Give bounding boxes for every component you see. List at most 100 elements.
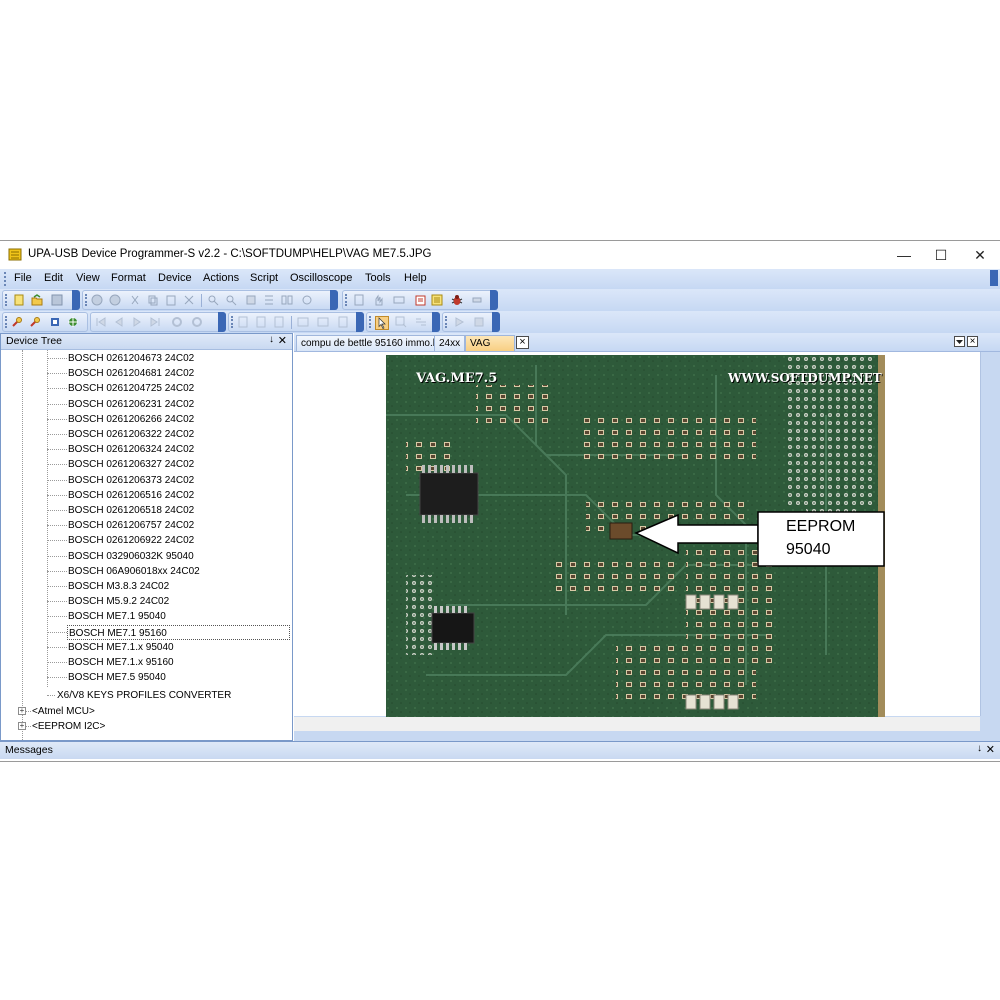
menu-overflow-chevron-icon[interactable] [990, 270, 998, 286]
close-window-button[interactable]: ✕ [960, 241, 1000, 269]
toolbar-chevron-icon[interactable] [330, 290, 338, 310]
memo-icon[interactable] [431, 294, 443, 306]
tree-item[interactable]: BOSCH ME7.1.x 95040 [68, 640, 174, 655]
last-icon[interactable] [149, 316, 161, 328]
tab-compu-bettle-bin[interactable]: compu de bettle 95160 immo.bin [296, 335, 452, 351]
tree-group-eeprom-i2c[interactable]: <EEPROM I2C> [32, 719, 105, 734]
tree-item[interactable]: BOSCH 0261204673 24C02 [68, 351, 194, 366]
cut-icon[interactable] [129, 294, 141, 306]
toolbar-chevron-icon[interactable] [72, 290, 80, 310]
probe-icon[interactable] [11, 316, 23, 328]
save-icon[interactable] [51, 294, 63, 306]
tree-item[interactable]: BOSCH 0261206518 24C02 [68, 503, 194, 518]
refresh-icon[interactable] [171, 316, 183, 328]
hand-icon[interactable] [373, 294, 385, 306]
close-tab-icon[interactable]: × [516, 336, 529, 349]
tree-item[interactable]: BOSCH M3.8.3 24C02 [68, 579, 169, 594]
tree-item[interactable]: BOSCH 0261206322 24C02 [68, 427, 194, 442]
device-info-icon[interactable] [393, 294, 405, 306]
tree-item-converter[interactable]: X6/V8 KEYS PROFILES CONVERTER [57, 688, 231, 703]
view-ascii-icon[interactable] [255, 316, 267, 328]
bug-icon[interactable] [451, 294, 463, 306]
view-table-icon[interactable] [317, 316, 329, 328]
compare-icon[interactable] [281, 294, 293, 306]
tree-item[interactable]: BOSCH M5.9.2 24C02 [68, 594, 169, 609]
view-hex-icon[interactable] [237, 316, 249, 328]
pointer-icon[interactable] [375, 316, 389, 330]
view-split-icon[interactable] [273, 316, 285, 328]
tab-vag-me7[interactable]: VAG ME7 [465, 335, 515, 364]
toolbar-chevron-icon[interactable] [492, 312, 500, 332]
script-icon[interactable] [353, 294, 365, 306]
menu-edit[interactable]: Edit [44, 272, 63, 284]
tree-item[interactable]: BOSCH 0261206327 24C02 [68, 457, 194, 472]
tree-item[interactable]: BOSCH 06A906018xx 24C02 [68, 564, 200, 579]
tree-item[interactable]: BOSCH 0261206231 24C02 [68, 397, 194, 412]
view-list-icon[interactable] [337, 316, 349, 328]
view-grid-icon[interactable] [297, 316, 309, 328]
tab-24xx[interactable]: 24xx [434, 335, 466, 351]
open-folder-icon[interactable] [31, 294, 43, 306]
horizontal-scrollbar[interactable] [294, 717, 980, 731]
menu-oscilloscope[interactable]: Oscilloscope [290, 272, 352, 284]
copy-icon[interactable] [147, 294, 159, 306]
next-icon[interactable] [131, 316, 143, 328]
tree-item[interactable]: BOSCH 0261206757 24C02 [68, 518, 194, 533]
disabled-tool-icon[interactable] [471, 294, 483, 306]
tree-item[interactable]: BOSCH 0261204681 24C02 [68, 366, 194, 381]
menu-script[interactable]: Script [250, 272, 278, 284]
pin-icon[interactable]: ↓ [977, 743, 982, 754]
tree-item[interactable]: BOSCH 0261206324 24C02 [68, 442, 194, 457]
tree-item[interactable]: BOSCH 0261206516 24C02 [68, 488, 194, 503]
fill-icon[interactable] [245, 294, 257, 306]
stop-icon[interactable] [191, 316, 203, 328]
tree-item[interactable]: BOSCH ME7.1 95040 [68, 609, 166, 624]
paste-icon[interactable] [165, 294, 177, 306]
menu-tools[interactable]: Tools [365, 272, 391, 284]
toolbar-chevron-icon[interactable] [432, 312, 440, 332]
close-panel-icon[interactable]: ✕ [986, 743, 995, 756]
toolbar-chevron-icon[interactable] [490, 290, 498, 310]
tree-item[interactable]: BOSCH 0261206922 24C02 [68, 533, 194, 548]
pin-icon[interactable]: ↓ [269, 334, 274, 345]
tree-item[interactable]: BOSCH 032906032K 95040 [68, 549, 194, 564]
menu-file[interactable]: File [14, 272, 32, 284]
maximize-button[interactable]: ☐ [921, 241, 961, 269]
close-document-icon[interactable]: × [967, 336, 978, 347]
delete-icon[interactable] [183, 294, 195, 306]
goto-icon[interactable] [301, 294, 313, 306]
menu-help[interactable]: Help [404, 272, 427, 284]
redo-icon[interactable] [109, 294, 121, 306]
connect-icon[interactable] [67, 316, 79, 328]
expand-plus-icon[interactable]: + [18, 707, 26, 715]
new-file-icon[interactable] [13, 294, 25, 306]
tree-item[interactable]: BOSCH 0261206373 24C02 [68, 473, 194, 488]
halt-icon[interactable] [473, 316, 485, 328]
tree-item[interactable]: BOSCH ME7.5 95040 [68, 670, 166, 685]
undo-icon[interactable] [91, 294, 103, 306]
run-icon[interactable] [453, 316, 465, 328]
minimize-button[interactable]: — [884, 241, 924, 269]
first-icon[interactable] [95, 316, 107, 328]
close-panel-icon[interactable]: ✕ [278, 334, 287, 347]
expand-plus-icon[interactable]: + [18, 722, 26, 730]
tree-item[interactable]: BOSCH ME7.1.x 95160 [68, 655, 174, 670]
toolbar-chevron-icon[interactable] [356, 312, 364, 332]
menu-format[interactable]: Format [111, 272, 146, 284]
tree-item[interactable]: BOSCH 0261204725 24C02 [68, 381, 194, 396]
find-next-icon[interactable] [225, 294, 237, 306]
checksum-icon[interactable] [263, 294, 275, 306]
range-icon[interactable] [415, 316, 427, 328]
toolbar-chevron-icon[interactable] [218, 312, 226, 332]
zoom-select-icon[interactable] [395, 316, 407, 328]
tree-item[interactable]: BOSCH 0261206266 24C02 [68, 412, 194, 427]
tree-item[interactable]: BOSCH ME7.1 95160 [67, 624, 290, 640]
chip-select-icon[interactable] [49, 316, 61, 328]
tree-group-atmel-mcu[interactable]: <Atmel MCU> [32, 704, 95, 719]
menu-actions[interactable]: Actions [203, 272, 239, 284]
probe-alt-icon[interactable] [29, 316, 41, 328]
tab-list-dropdown-icon[interactable] [954, 336, 965, 347]
find-icon[interactable] [207, 294, 219, 306]
menu-device[interactable]: Device [158, 272, 192, 284]
note-icon[interactable] [415, 294, 427, 306]
